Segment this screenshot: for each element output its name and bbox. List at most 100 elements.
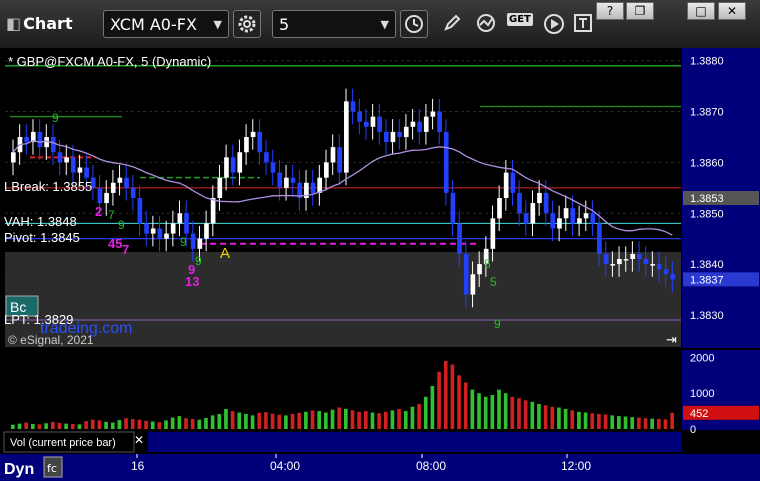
candle-body: [277, 172, 283, 188]
volume-bar: [377, 413, 381, 429]
marker-a: A: [220, 245, 230, 262]
volume-bar: [610, 415, 615, 429]
volume-bar: [470, 389, 475, 429]
candle-body: [170, 223, 176, 234]
maximize-button[interactable]: □: [687, 2, 715, 20]
volume-bar: [197, 419, 202, 429]
candle-body: [437, 111, 442, 132]
volume-bar: [557, 407, 561, 429]
candle-body: [337, 147, 342, 173]
candle-body: [370, 116, 376, 127]
candle-body: [623, 259, 629, 261]
volume-bar: [70, 423, 75, 429]
studies-button[interactable]: [473, 10, 501, 38]
help-button[interactable]: ?: [596, 2, 624, 20]
settings-button[interactable]: [233, 10, 261, 38]
volume-bar: [117, 420, 122, 429]
candle-body: [663, 269, 669, 275]
volume-bar: [50, 421, 55, 429]
symbol-dropdown[interactable]: XCM A0-FX ▼: [103, 10, 229, 38]
chevron-down-icon: ▼: [213, 18, 222, 31]
candle-body: [230, 157, 236, 173]
interval-dropdown[interactable]: 5 ▼: [272, 10, 396, 38]
volume-bar: [490, 394, 495, 429]
candle-body: [457, 223, 462, 254]
volume-bar: [250, 415, 255, 429]
vol-strip: [148, 432, 682, 452]
volume-bar: [57, 422, 62, 429]
candle-body: [550, 213, 556, 229]
time-tick-label: 16: [131, 459, 145, 473]
chart-window: ◧ Chart XCM A0-FX ▼ 5 ▼ GET ? ❐ □ ✕ 1.38…: [0, 0, 760, 481]
volume-bar: [390, 410, 395, 429]
candle-body: [37, 131, 43, 148]
restore-icon: ❐: [634, 4, 646, 18]
candle-body: [137, 198, 143, 224]
pivot-label: Pivot: 1.3845: [4, 230, 80, 245]
volume-bar: [363, 411, 368, 429]
candle-body: [157, 228, 163, 239]
candle-body: [403, 126, 409, 137]
play-icon: [544, 14, 564, 34]
candle-body: [583, 213, 589, 219]
chart-header: * GBP@FXCM A0-FX, 5 (Dynamic): [8, 54, 211, 69]
candle-body: [530, 203, 536, 224]
play-button[interactable]: [540, 10, 568, 38]
volume-bar: [64, 423, 68, 429]
volume-bar: [237, 412, 242, 429]
candle-body: [84, 167, 89, 178]
candle-body: [610, 264, 616, 266]
draw-button[interactable]: [439, 10, 467, 38]
gear-icon: [238, 15, 256, 33]
volume-bar: [463, 382, 468, 429]
volume-bar: [104, 421, 108, 429]
volume-bar: [577, 411, 581, 429]
scroll-right-icon[interactable]: ⇥: [666, 333, 677, 348]
price-tag-label: 1.3837: [690, 274, 724, 286]
td-count-magenta: 13: [185, 274, 199, 289]
volume-bar: [164, 420, 168, 429]
candle-body: [284, 177, 289, 188]
candle-body: [197, 238, 203, 249]
chart-area[interactable]: 1.3880 1.3870 1.3860 1.3850 1.3840 1.3830 1.3…: [0, 48, 760, 481]
candle-body: [217, 177, 223, 198]
volume-bar: [150, 421, 155, 429]
candle-body: [463, 253, 469, 295]
candle-body: [503, 172, 509, 198]
volume-bar: [264, 412, 268, 429]
maximize-icon: □: [695, 4, 707, 18]
volume-bar: [170, 417, 175, 429]
copyright: © eSignal, 2021: [8, 333, 94, 347]
close-study-icon[interactable]: ✕: [134, 433, 144, 447]
volume-bar: [90, 419, 95, 429]
candle-body: [597, 223, 602, 254]
volume-bar: [570, 410, 575, 429]
volume-bar: [310, 410, 315, 429]
volume-bar: [670, 412, 674, 429]
volume-bar: [30, 423, 35, 429]
candle-body: [603, 253, 609, 265]
restore-button[interactable]: ❐: [626, 2, 654, 20]
volume-bar: [583, 412, 588, 429]
candle-body: [643, 259, 649, 265]
candle-body: [477, 264, 482, 275]
volume-bar: [383, 411, 388, 429]
time-button[interactable]: [400, 10, 428, 38]
volume-bar: [477, 393, 481, 429]
volume-bar: [357, 411, 361, 429]
text-button[interactable]: [570, 10, 598, 38]
close-button[interactable]: ✕: [718, 2, 746, 20]
volume-bar: [257, 412, 262, 429]
volume-bar: [590, 413, 595, 429]
td-count-magenta: 7: [122, 242, 129, 257]
chevron-down-icon: ▼: [380, 18, 389, 31]
get-button[interactable]: GET: [506, 10, 536, 38]
volume-bar: [44, 423, 48, 429]
td-count-green: 9: [52, 111, 59, 125]
candle-body: [224, 157, 229, 178]
volume-bar: [437, 371, 441, 429]
candle-body: [290, 177, 296, 183]
candle-body: [450, 192, 456, 224]
volume-bar: [290, 413, 295, 429]
clock-icon: [405, 15, 423, 33]
